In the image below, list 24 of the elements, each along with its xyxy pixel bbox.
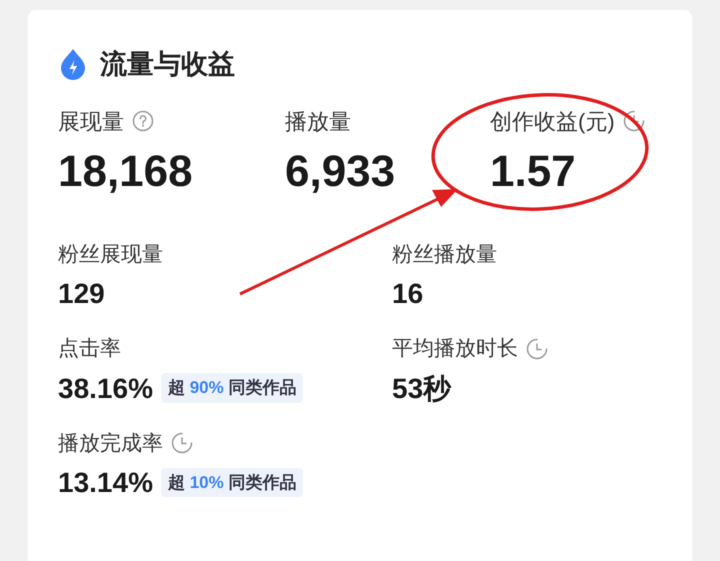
metric-value: 129 [58, 277, 105, 311]
metric-value: 16 [392, 277, 424, 311]
clock-icon[interactable] [526, 338, 548, 360]
help-icon[interactable] [132, 110, 154, 132]
metric-value: 38.16% [58, 372, 153, 406]
metric-label: 展现量 [58, 108, 124, 136]
metric-label: 点击率 [58, 336, 121, 362]
metric-value: 6,933 [285, 146, 396, 198]
metric-label: 粉丝播放量 [392, 242, 497, 268]
comparison-badge: 超 10% 同类作品 [160, 468, 304, 498]
metric-value: 18,168 [58, 146, 194, 198]
card-title: 流量与收益 [100, 48, 235, 81]
metric-label: 播放量 [285, 108, 351, 136]
clock-icon[interactable] [622, 110, 645, 132]
metric-label: 粉丝展现量 [58, 242, 163, 268]
metric-value: 13.14% [58, 466, 153, 500]
clock-icon[interactable] [171, 432, 193, 454]
metric-label: 播放完成率 [58, 430, 163, 456]
metric-value: 1.57 [490, 146, 577, 198]
metric-label: 平均播放时长 [392, 336, 518, 362]
comparison-badge: 超 90% 同类作品 [160, 373, 304, 403]
metric-label: 创作收益(元) [490, 108, 615, 136]
metric-value: 53秒 [392, 372, 452, 406]
lightning-drop-icon [58, 48, 88, 80]
